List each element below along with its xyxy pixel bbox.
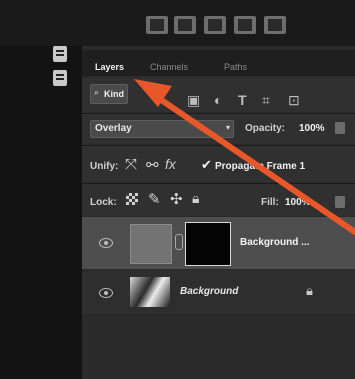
annotation-arrow xyxy=(134,79,355,235)
